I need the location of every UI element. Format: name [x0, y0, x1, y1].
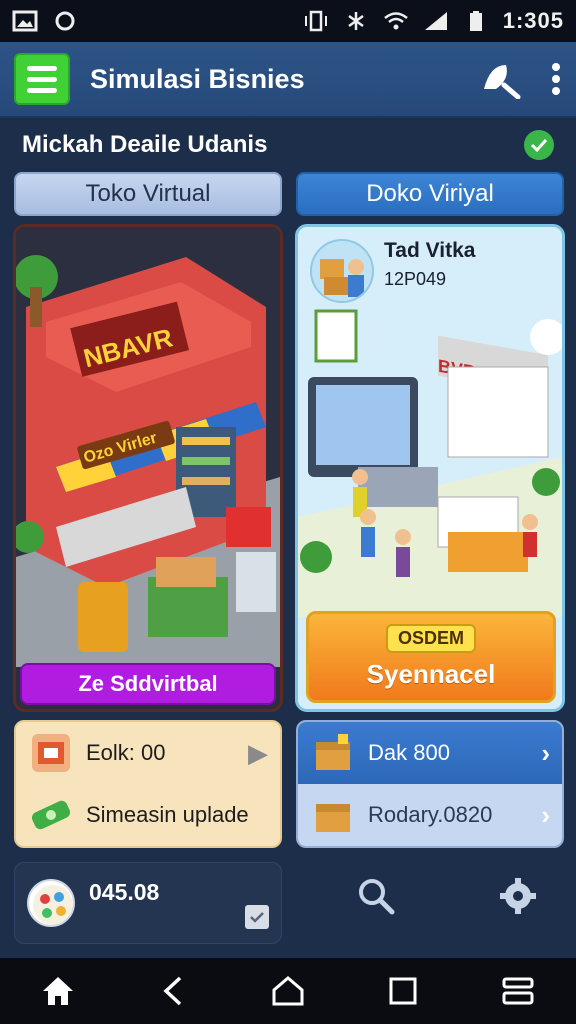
back-button[interactable]: [149, 967, 197, 1015]
subtitle-row: Mickah Deaile Udanis: [0, 120, 576, 170]
home-outline-button[interactable]: [264, 967, 312, 1015]
gallery-icon: [12, 10, 38, 32]
stock-row[interactable]: Eolk: 00 ▶: [16, 722, 280, 784]
profile-avatar: [27, 879, 75, 927]
menu-button[interactable]: [14, 53, 70, 105]
chevron-right-icon: ›: [541, 799, 550, 830]
upload-label: Simeasin uplade: [86, 802, 249, 827]
status-bar: 1:305: [0, 0, 576, 42]
shop-illustration: NBAVR Ozo Virler: [16, 227, 280, 667]
virtual-shop-card[interactable]: NBAVR Ozo Virler Ze Sddvirtbal: [13, 224, 283, 712]
signal-icon: [424, 12, 447, 30]
back-icon: [163, 976, 181, 1006]
magnifier-icon: [359, 879, 395, 915]
play-icon: ▶: [248, 737, 268, 768]
battery-icon: [469, 11, 482, 31]
gear-icon: [500, 878, 536, 914]
orders-value: Dak 800: [368, 740, 450, 765]
cta-label: Syennacel: [366, 659, 496, 689]
search-icon[interactable]: [480, 59, 524, 99]
rodary-value: Rodary.0820: [368, 802, 493, 827]
orders-row[interactable]: Dak 800 ›: [298, 722, 562, 784]
search-button[interactable]: [352, 872, 400, 920]
vendor-name: Tad Vitka: [384, 239, 476, 262]
stats-panel-right: Dak 800 › Rodary.0820 ›: [296, 720, 564, 848]
rodary-row[interactable]: Rodary.0820 ›: [298, 784, 562, 846]
recents-icon: [389, 977, 417, 1005]
home-icon: [42, 977, 73, 1005]
page-subtitle: Mickah Deaile Udanis: [22, 131, 268, 158]
tab-doko-viriyal[interactable]: Doko Viriyal: [296, 172, 564, 216]
chevron-right-icon: ›: [541, 737, 550, 768]
menu-stack-button[interactable]: [494, 967, 542, 1015]
app-bar: Simulasi Bisnies: [0, 42, 576, 118]
stack-icon: [502, 977, 534, 1005]
app-title: Simulasi Bisnies: [90, 63, 305, 94]
home-button[interactable]: [34, 967, 82, 1015]
cta-badge: OSDEM: [385, 624, 476, 653]
circle-status-icon: [55, 11, 75, 31]
stock-value: Eolk: 00: [86, 740, 166, 765]
cash-icon: [31, 800, 71, 830]
profile-summary[interactable]: 045.08: [14, 862, 282, 944]
vibrate-icon: [304, 10, 327, 32]
menu-bar: [27, 65, 57, 71]
package-icon: [316, 734, 350, 770]
virtual-shop-cta-button[interactable]: Ze Sddvirtbal: [20, 663, 276, 705]
system-nav-bar: [0, 958, 576, 1024]
upload-row[interactable]: Simeasin uplade: [16, 784, 280, 846]
home-outline-icon: [272, 976, 304, 1006]
wifi-icon: [383, 12, 408, 30]
doko-viriyal-card[interactable]: Tad Vitka 12P049 BVRGIA OSDEM Syennacel: [295, 224, 565, 712]
profile-value: 045.08: [89, 879, 160, 905]
status-time: 1:305: [502, 8, 564, 33]
menu-bar: [27, 76, 57, 82]
box-icon: [32, 734, 70, 772]
parcel-icon: [316, 804, 350, 832]
doko-viriyal-cta-button[interactable]: OSDEM Syennacel: [306, 611, 556, 703]
stats-panel-left: Eolk: 00 ▶ Simeasin uplade: [14, 720, 282, 848]
settings-button[interactable]: [494, 872, 542, 920]
verified-check-icon: [524, 130, 554, 160]
sync-icon: [347, 12, 364, 30]
tab-toko-virtual[interactable]: Toko Virtual: [14, 172, 282, 216]
recents-button[interactable]: [379, 967, 427, 1015]
online-shop-illustration: BVRGIA: [298, 307, 562, 617]
vendor-number: 12P049: [384, 269, 447, 289]
more-options-icon[interactable]: [550, 62, 562, 96]
menu-bar: [27, 87, 57, 93]
checkbox-icon[interactable]: [245, 905, 269, 929]
vendor-avatar: [310, 239, 374, 303]
